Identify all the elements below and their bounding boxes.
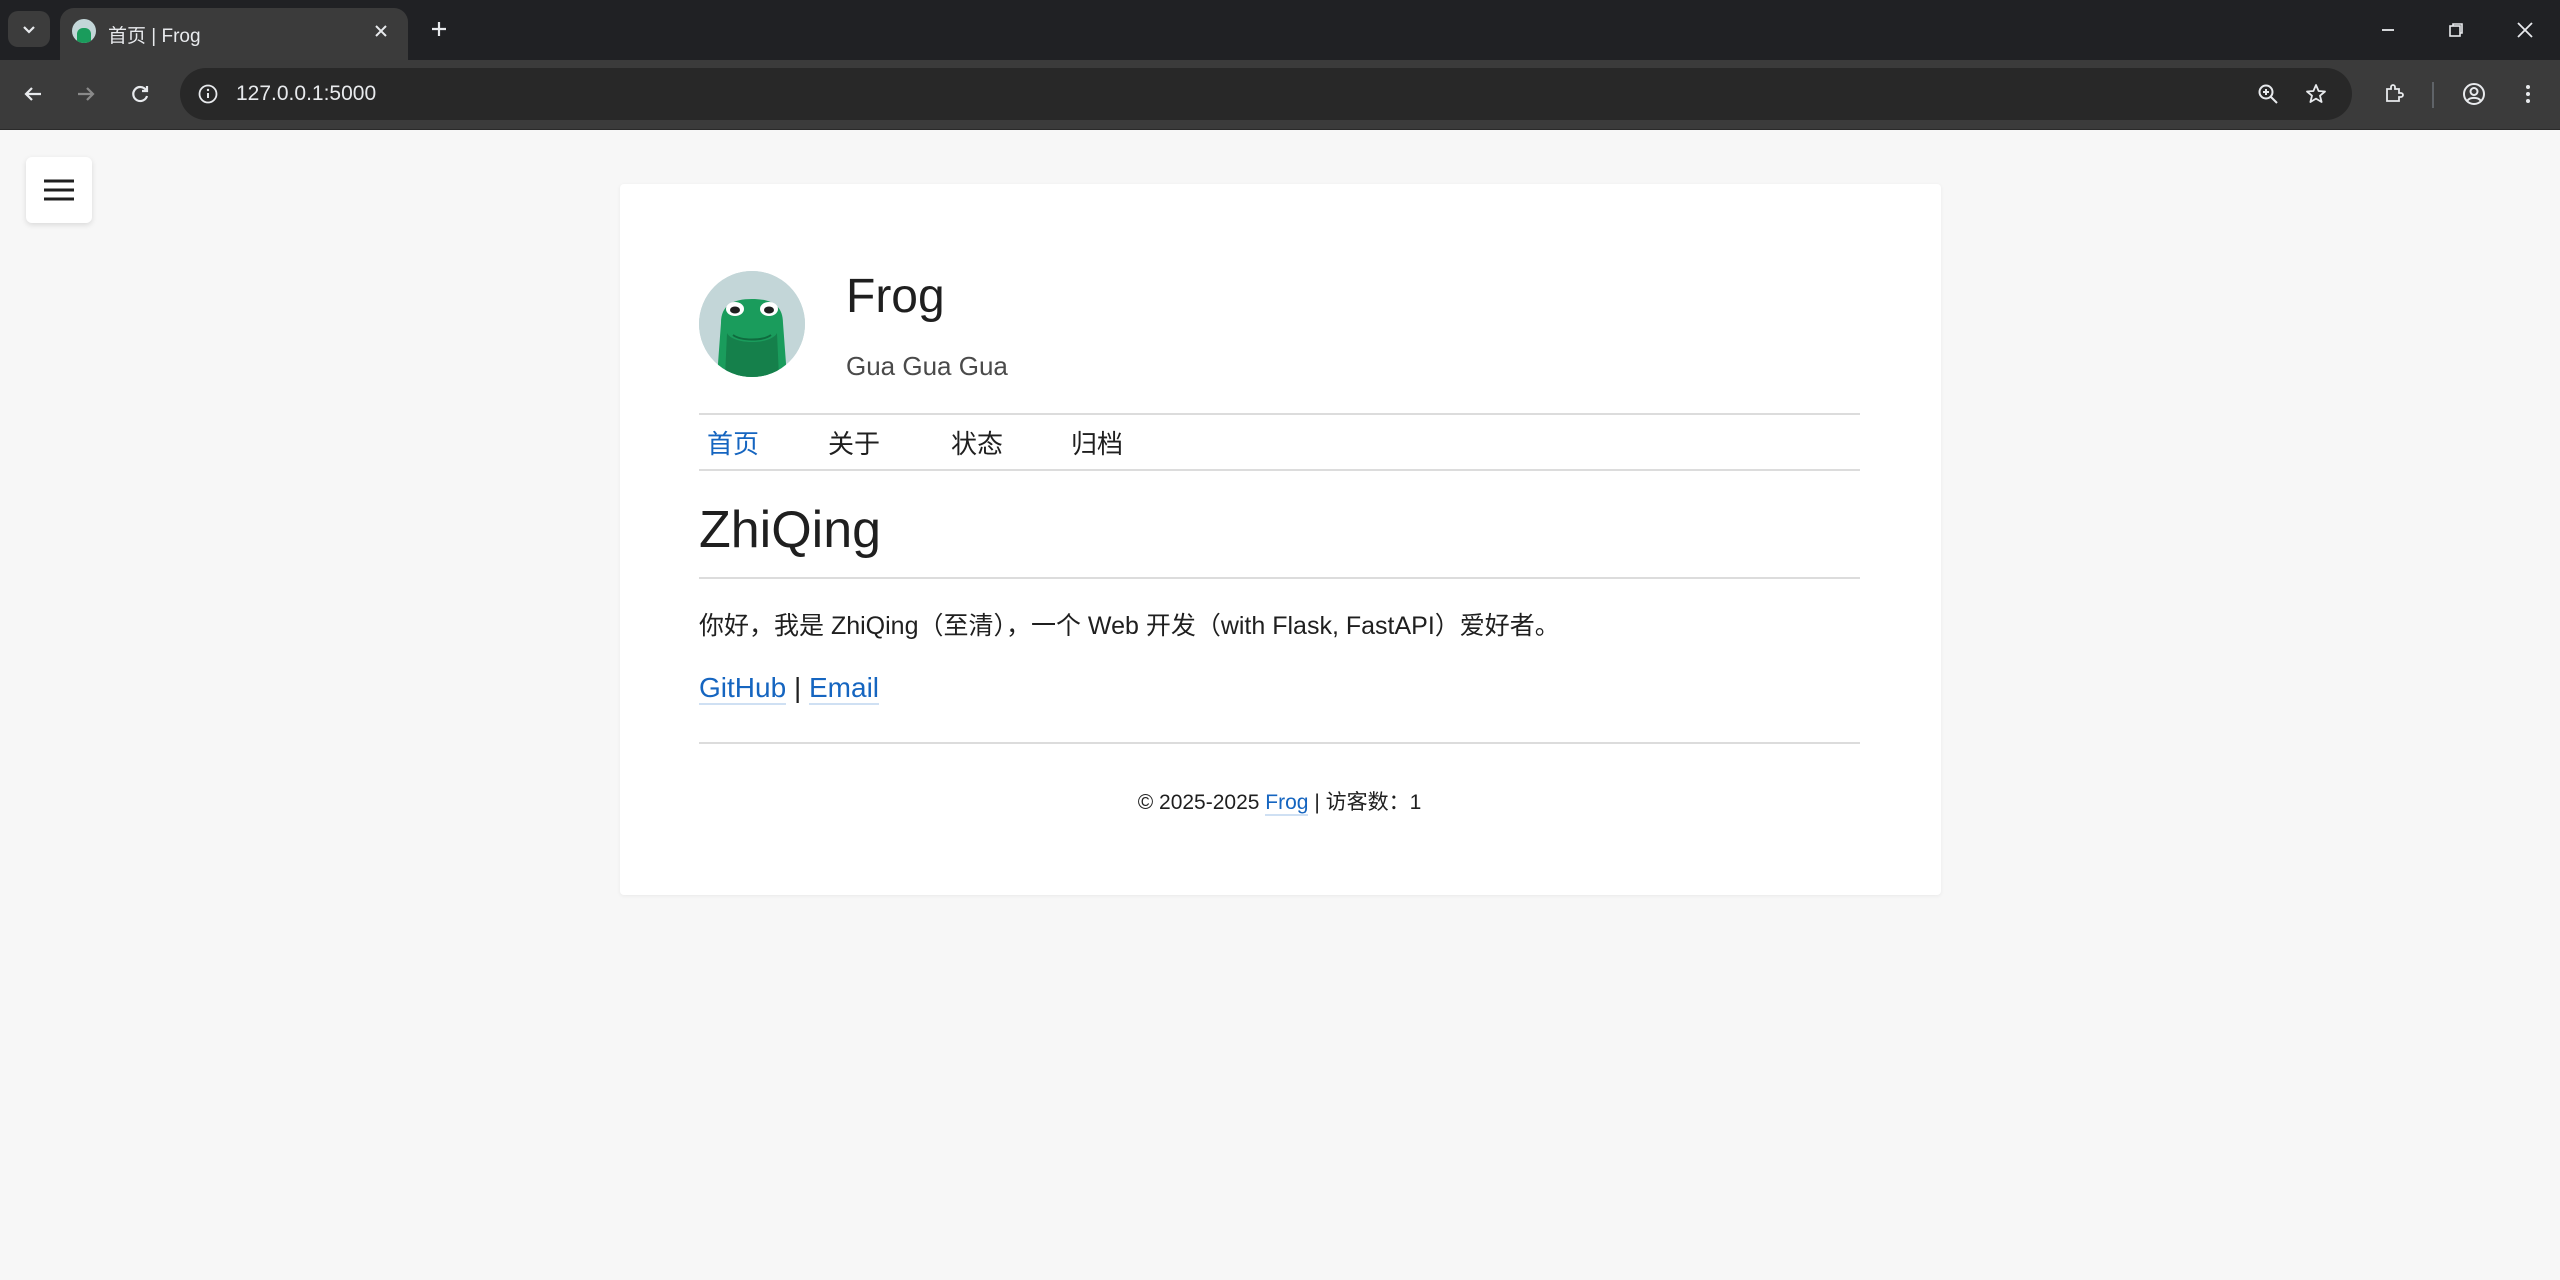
nav-top-divider [699, 413, 1860, 415]
nav-item-archive[interactable]: 归档 [1071, 424, 1123, 461]
site-subtitle: Gua Gua Gua [846, 351, 1008, 381]
frog-icon [699, 271, 805, 377]
site-title: Frog [846, 270, 945, 323]
nav-item-status[interactable]: 状态 [951, 424, 1003, 461]
url-text: 127.0.0.1:5000 [236, 82, 377, 105]
new-tab-button[interactable] [422, 12, 456, 46]
forward-button[interactable] [64, 72, 108, 116]
github-link[interactable]: GitHub [699, 672, 787, 705]
email-link[interactable]: Email [809, 672, 880, 705]
address-bar[interactable]: 127.0.0.1:5000 [180, 68, 2352, 120]
reload-icon [132, 85, 149, 103]
minimize-icon [2382, 29, 2394, 31]
zoom-in-icon [2258, 84, 2278, 104]
account-circle-icon [2463, 83, 2485, 105]
link-separator: | [793, 672, 802, 703]
extensions-button[interactable] [2372, 72, 2416, 116]
frog-avatar [699, 271, 805, 377]
tab-search-button[interactable] [8, 11, 50, 47]
bookmark-button[interactable] [2300, 78, 2332, 110]
page-footer: © 2025-2025 Frog | 访客数：1 [699, 786, 1860, 816]
browser-tab-active[interactable]: 首页 | Frog [60, 8, 408, 60]
browser-tabstrip: 首页 | Frog [0, 0, 2560, 60]
more-vertical-icon [2526, 85, 2530, 103]
nav-item-home[interactable]: 首页 [707, 424, 759, 461]
zoom-button[interactable] [2252, 78, 2284, 110]
info-icon [198, 84, 218, 104]
intro-text: 你好，我是 ZhiQing（至清），一个 Web 开发（with Flask, … [699, 612, 1560, 640]
close-icon [2517, 22, 2533, 38]
restore-icon [2449, 23, 2463, 37]
tab-title: 首页 | Frog [108, 26, 201, 47]
arrow-right-icon [78, 87, 95, 101]
hamburger-menu-icon [44, 179, 74, 201]
page-heading: ZhiQing [699, 501, 882, 559]
sidebar-toggle-button[interactable] [26, 157, 92, 223]
site-info-button[interactable] [192, 78, 224, 110]
copyright-text: © 2025-2025 [1137, 791, 1260, 814]
footer-site-link[interactable]: Frog [1265, 791, 1309, 816]
browser-menu-button[interactable] [2506, 72, 2550, 116]
visitor-count: | 访客数：1 [1314, 791, 1422, 814]
back-button[interactable] [11, 72, 55, 116]
footer-divider [699, 742, 1860, 744]
heading-divider [699, 577, 1860, 579]
frog-favicon-icon [72, 19, 96, 43]
browser-toolbar: 127.0.0.1:5000 [0, 60, 2560, 130]
contact-links: GitHub | Email [699, 672, 880, 705]
tab-close-button[interactable] [368, 18, 394, 44]
chevron-down-icon [23, 26, 35, 34]
profile-button[interactable] [2452, 72, 2496, 116]
content-card: Frog Gua Gua Gua 首页 关于 状态 归档 ZhiQing 你好，… [620, 184, 1941, 895]
toolbar-divider [2432, 82, 2434, 108]
close-window-button[interactable] [2503, 8, 2547, 52]
restore-button[interactable] [2434, 8, 2478, 52]
star-icon [2306, 84, 2326, 103]
nav-bottom-divider [699, 469, 1860, 471]
reload-button[interactable] [118, 72, 162, 116]
minimize-button[interactable] [2366, 8, 2410, 52]
plus-icon [432, 22, 446, 36]
puzzle-icon [2386, 84, 2404, 102]
close-icon [375, 25, 387, 37]
nav-item-about[interactable]: 关于 [828, 424, 880, 461]
arrow-left-icon [24, 87, 41, 101]
